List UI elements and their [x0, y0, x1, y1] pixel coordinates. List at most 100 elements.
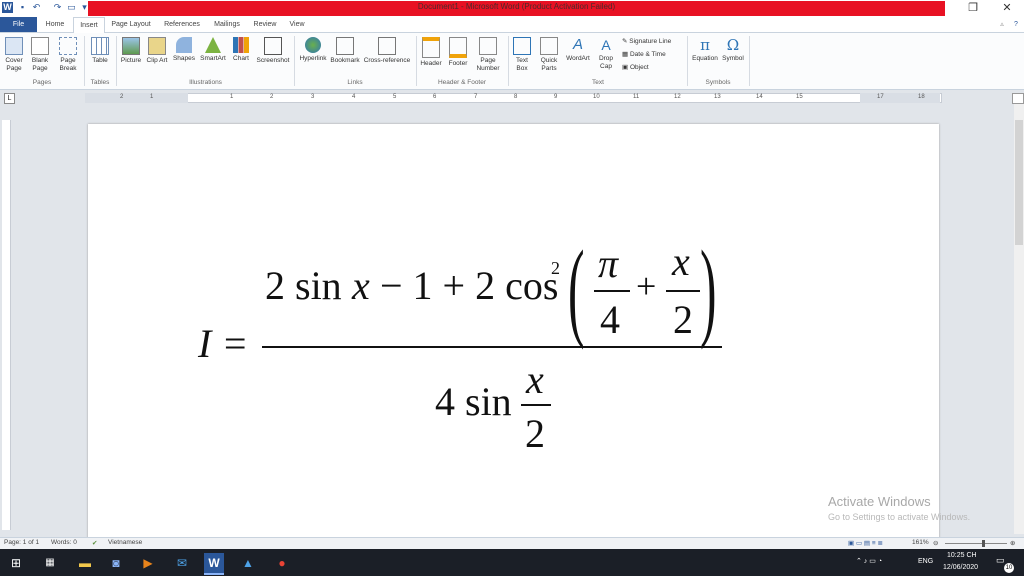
media-player-icon[interactable]: ▶ — [138, 553, 158, 573]
ruler-number: 9 — [554, 94, 558, 100]
tab-references[interactable]: References — [160, 17, 204, 32]
zoom-slider[interactable] — [945, 543, 1007, 544]
tab-view[interactable]: View — [284, 17, 310, 32]
file-explorer-icon[interactable]: ▬ — [75, 553, 95, 573]
date-time-button[interactable]: ▦ Date & Time — [622, 50, 666, 58]
scrollbar-thumb[interactable] — [1015, 120, 1023, 245]
left-paren: ( — [568, 228, 585, 350]
close-icon[interactable]: ✕ — [992, 1, 1022, 16]
ruler-number: 12 — [674, 94, 681, 100]
mail-icon[interactable]: ✉ — [172, 553, 192, 573]
ruler-left-margin — [85, 93, 188, 103]
undo-icon[interactable]: ↶ — [31, 2, 42, 13]
restore-icon[interactable]: ❐ — [958, 1, 988, 16]
bookmark-button[interactable]: Bookmark — [330, 37, 360, 65]
vertical-ruler[interactable] — [2, 120, 11, 530]
clock-time[interactable]: 10:25 CH — [947, 552, 977, 559]
proofing-icon[interactable]: ✔ — [92, 539, 97, 547]
clip-art-button[interactable]: Clip Art — [146, 37, 168, 65]
quick-parts-icon — [540, 37, 558, 55]
formula-x-top: x — [672, 239, 690, 284]
fraction-bar-x — [666, 290, 700, 292]
notification-badge: 10 — [1004, 563, 1014, 573]
formula-denominator-two: 2 — [525, 411, 545, 456]
table-button[interactable]: Table — [88, 37, 112, 65]
blank-page-button[interactable]: Blank Page — [28, 37, 52, 73]
smartart-button[interactable]: SmartArt — [198, 37, 228, 63]
quick-parts-button[interactable]: Quick Parts — [536, 37, 562, 73]
clock-date[interactable]: 12/06/2020 — [943, 564, 978, 571]
symbol-button[interactable]: Ω Symbol — [720, 37, 746, 63]
group-pages-label: Pages — [32, 79, 52, 86]
photos-icon[interactable]: ▲ — [238, 553, 258, 573]
ruler-number: 4 — [352, 94, 356, 100]
screenshot-button[interactable]: Screenshot — [254, 37, 292, 65]
blank-page-icon — [31, 37, 49, 55]
object-button[interactable]: ▣ Object — [622, 63, 649, 71]
tab-mailings[interactable]: Mailings — [208, 17, 246, 32]
zoom-in-icon[interactable]: ⊕ — [1010, 539, 1015, 547]
chrome-icon[interactable]: ● — [272, 553, 292, 573]
picture-button[interactable]: Picture — [119, 37, 143, 65]
calendar-icon: ▦ — [622, 51, 630, 58]
shapes-button[interactable]: Shapes — [171, 37, 197, 63]
ruler-right-margin — [860, 93, 940, 103]
view-ruler-icon[interactable] — [1012, 93, 1024, 104]
wordart-button[interactable]: A WordArt — [563, 37, 593, 63]
cross-reference-icon — [378, 37, 396, 55]
ruler-number: 5 — [393, 94, 397, 100]
footer-button[interactable]: Footer — [446, 37, 470, 68]
save-icon[interactable]: ▪ — [17, 2, 28, 13]
page-break-button[interactable]: Page Break — [55, 37, 81, 73]
group-links-label: Links — [347, 79, 363, 86]
formula-denominator-sin: 4 sin — [435, 379, 512, 424]
cover-page-button[interactable]: Cover Page — [2, 37, 26, 73]
word-count[interactable]: Words: 0 — [51, 539, 77, 546]
notification-icon[interactable]: ▭ — [996, 555, 1005, 566]
tab-home[interactable]: Home — [40, 17, 70, 32]
page-count[interactable]: Page: 1 of 1 — [4, 539, 39, 546]
group-separator — [508, 36, 509, 86]
word-app-icon[interactable]: W — [2, 2, 13, 13]
tab-selector-icon[interactable]: L — [4, 93, 15, 104]
zoom-slider-thumb[interactable] — [982, 540, 985, 547]
page-break-icon — [59, 37, 77, 55]
pi-icon: π — [700, 36, 710, 54]
page-number-button[interactable]: Page Number — [472, 37, 504, 73]
word-taskbar-icon[interactable]: W — [204, 553, 224, 575]
ribbon: Cover Page Blank Page Page Break Pages T… — [0, 33, 1024, 90]
fraction-bar-den — [521, 404, 551, 406]
text-box-icon — [513, 37, 531, 55]
equation-button[interactable]: π Equation — [690, 37, 720, 63]
tab-insert[interactable]: Insert — [73, 17, 105, 34]
camera-icon[interactable]: ◙ — [106, 553, 126, 573]
formula-plus: + — [636, 266, 657, 306]
ruler-number: 3 — [311, 94, 315, 100]
group-tables-label: Tables — [90, 79, 110, 86]
redo-icon[interactable]: ↷ — [52, 2, 63, 13]
tab-file[interactable]: File — [0, 17, 37, 32]
text-box-button[interactable]: Text Box — [511, 37, 533, 73]
tray-icons[interactable]: ⌃ ♪ ▭ ◔ — [856, 557, 882, 565]
task-view-icon[interactable]: ▦ — [40, 553, 60, 573]
windows-start-icon[interactable]: ⊞ — [6, 553, 26, 573]
view-print-layout-icon[interactable]: ▣ ▭ ▤ ≡ ≣ — [848, 539, 883, 547]
tab-page-layout[interactable]: Page Layout — [108, 17, 154, 32]
cross-reference-button[interactable]: Cross-reference — [361, 37, 413, 65]
language-indicator[interactable]: Vietnamese — [108, 539, 142, 546]
header-button[interactable]: Header — [418, 37, 444, 68]
zoom-out-icon[interactable]: ⊖ — [933, 539, 938, 547]
signature-line-button[interactable]: ✎ Signature Line — [622, 37, 671, 45]
minimize-ribbon-icon[interactable]: ▵ — [996, 17, 1008, 32]
input-language[interactable]: ENG — [918, 558, 933, 565]
group-illustrations-label: Illustrations — [189, 79, 222, 86]
chart-button[interactable]: Chart — [229, 37, 253, 63]
print-preview-icon[interactable]: ▭ — [66, 2, 77, 13]
drop-cap-button[interactable]: A Drop Cap — [594, 37, 618, 71]
hyperlink-button[interactable]: Hyperlink — [296, 37, 330, 63]
zoom-level[interactable]: 161% — [912, 539, 929, 546]
clip-art-icon — [148, 37, 166, 55]
tab-review[interactable]: Review — [250, 17, 280, 32]
formula-exponent: 2 — [551, 258, 560, 278]
help-icon[interactable]: ? — [1010, 17, 1022, 32]
